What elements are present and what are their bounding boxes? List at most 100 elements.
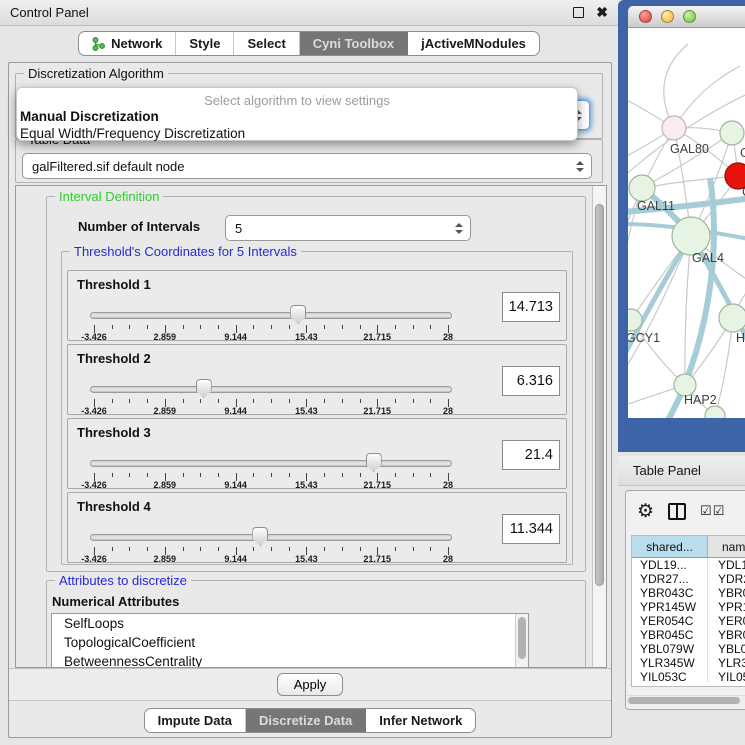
slider-track[interactable]: [90, 386, 452, 393]
panel-scrollbar-thumb[interactable]: [595, 204, 604, 586]
threshold-value-input[interactable]: [502, 366, 560, 396]
slider-track[interactable]: [90, 312, 452, 319]
threshold-slider[interactable]: -3.4262.8599.14415.4321.71528: [90, 452, 452, 490]
close-traffic-light-icon[interactable]: [639, 10, 652, 23]
list-scrollbar[interactable]: [515, 614, 528, 668]
tab-pill: Network Style Select Cyni Toolbox jActiv…: [78, 31, 540, 56]
tab-network[interactable]: Network: [79, 32, 176, 55]
tab-impute-data[interactable]: Impute Data: [145, 709, 246, 732]
list-scrollbar-thumb[interactable]: [518, 617, 526, 659]
tab-impute-data-label: Impute Data: [158, 713, 232, 728]
cell-name[interactable]: YER054C: [708, 614, 745, 628]
network-window-titlebar[interactable]: [628, 6, 745, 28]
float-window-icon[interactable]: [573, 7, 584, 18]
combo-arrows-icon[interactable]: [454, 223, 463, 234]
attribute-list-item[interactable]: TopologicalCoefficient: [52, 633, 528, 652]
cell-name[interactable]: YLR345W: [708, 656, 745, 670]
tab-select[interactable]: Select: [234, 32, 299, 55]
dropdown-option-manual[interactable]: Manual Discretization: [17, 108, 577, 125]
cell-shared-name[interactable]: YBL079W: [632, 642, 708, 656]
split-view-icon[interactable]: [668, 503, 686, 520]
threshold-label: Threshold 2: [77, 351, 151, 366]
combo-arrows-icon[interactable]: [575, 161, 584, 172]
network-node-green[interactable]: [719, 304, 745, 332]
tick-label: 9.144: [224, 480, 247, 490]
cell-name[interactable]: YDL19...: [708, 558, 745, 572]
slider-handle[interactable]: [290, 305, 306, 324]
slider-handle[interactable]: [366, 453, 382, 472]
tab-infer-network[interactable]: Infer Network: [366, 709, 475, 732]
table-panel-body: ⚙ ☑☑ shared... name YDL19...YDL19...YDR2…: [625, 490, 745, 710]
tick-label: 2.859: [154, 480, 177, 490]
cell-shared-name[interactable]: YER054C: [632, 614, 708, 628]
column-header-shared-name[interactable]: shared...: [632, 536, 708, 558]
network-edge[interactable]: [674, 66, 740, 128]
cell-name[interactable]: YBL079W: [708, 642, 745, 656]
network-node-green[interactable]: [705, 406, 725, 418]
select-columns-icon[interactable]: ☑☑: [700, 503, 725, 519]
table-hscrollbar[interactable]: [626, 695, 745, 705]
slider-handle[interactable]: [252, 527, 268, 546]
threshold-value-input[interactable]: [502, 514, 560, 544]
threshold-panel-2: Threshold 2 -3.4262.8599.14415.4321.71528: [67, 344, 567, 415]
apply-button[interactable]: Apply: [277, 673, 343, 696]
numerical-attributes-list[interactable]: SelfLoopsTopologicalCoefficientBetweenne…: [51, 613, 529, 668]
threshold-value-input[interactable]: [502, 292, 560, 322]
tab-style[interactable]: Style: [176, 32, 234, 55]
cell-name[interactable]: YBR043C: [708, 586, 745, 600]
network-node-green[interactable]: [720, 121, 744, 145]
cell-name[interactable]: YDR27...: [708, 572, 745, 586]
network-node-green[interactable]: [672, 217, 710, 255]
network-edge[interactable]: [664, 44, 688, 128]
attribute-list-item[interactable]: BetweennessCentrality: [52, 652, 528, 668]
numerical-attributes-label: Numerical Attributes: [52, 594, 179, 609]
threshold-slider[interactable]: -3.4262.8599.14415.4321.71528: [90, 378, 452, 416]
cell-shared-name[interactable]: YIL053C: [632, 670, 708, 682]
cell-name[interactable]: YPR145W: [708, 600, 745, 614]
slider-track[interactable]: [90, 534, 452, 541]
table-row[interactable]: YIL053CYIL053C: [632, 670, 745, 682]
network-canvas[interactable]: GAL80GACGAL11GAL4GCY1HHAP2: [628, 28, 745, 418]
slider-handle[interactable]: [196, 379, 212, 398]
slider-track[interactable]: [90, 460, 452, 467]
table-row[interactable]: YDL19...YDL19...: [632, 558, 745, 572]
table-row[interactable]: YBL079WYBL079W: [632, 642, 745, 656]
attribute-list-item[interactable]: SelfLoops: [52, 614, 528, 633]
cell-name[interactable]: YBR045C: [708, 628, 745, 642]
cell-shared-name[interactable]: YDR27...: [632, 572, 708, 586]
network-node-pink[interactable]: [662, 116, 686, 140]
table-row[interactable]: YLR345WYLR345W: [632, 656, 745, 670]
table-data-combobox[interactable]: galFiltered.sif default node: [22, 153, 592, 179]
gear-icon[interactable]: ⚙: [637, 502, 654, 521]
close-icon[interactable]: ✖: [596, 7, 608, 18]
panel-scrollbar[interactable]: [592, 186, 606, 667]
cell-shared-name[interactable]: YPR145W: [632, 600, 708, 614]
minimize-traffic-light-icon[interactable]: [661, 10, 674, 23]
zoom-traffic-light-icon[interactable]: [683, 10, 696, 23]
slider-tick-labels: -3.4262.8599.14415.4321.71528: [94, 554, 448, 564]
cell-shared-name[interactable]: YBR045C: [632, 628, 708, 642]
column-header-name[interactable]: name: [708, 536, 745, 558]
cell-name[interactable]: YIL053C: [708, 670, 745, 682]
table-row[interactable]: YDR27...YDR27...: [632, 572, 745, 586]
cell-shared-name[interactable]: YLR345W: [632, 656, 708, 670]
table-hscrollbar-thumb[interactable]: [628, 697, 740, 704]
threshold-value-input[interactable]: [502, 440, 560, 470]
threshold-slider[interactable]: -3.4262.8599.14415.4321.71528: [90, 526, 452, 564]
tab-cyni-toolbox-label: Cyni Toolbox: [313, 36, 394, 51]
threshold-label: Threshold 4: [77, 499, 151, 514]
dropdown-option-equal-width[interactable]: Equal Width/Frequency Discretization: [17, 125, 577, 142]
table-row[interactable]: YBR043CYBR043C: [632, 586, 745, 600]
table-row[interactable]: YBR045CYBR045C: [632, 628, 745, 642]
cell-shared-name[interactable]: YBR043C: [632, 586, 708, 600]
tab-discretize-data[interactable]: Discretize Data: [246, 709, 366, 732]
network-edge[interactable]: [642, 176, 738, 188]
number-of-intervals-combobox[interactable]: 5: [225, 215, 471, 241]
network-node-green[interactable]: [629, 175, 655, 201]
table-row[interactable]: YPR145WYPR145W: [632, 600, 745, 614]
tab-cyni-toolbox[interactable]: Cyni Toolbox: [300, 32, 408, 55]
threshold-slider[interactable]: -3.4262.8599.14415.4321.71528: [90, 304, 452, 342]
table-row[interactable]: YER054CYER054C: [632, 614, 745, 628]
tab-jactivemnodules[interactable]: jActiveMNodules: [408, 32, 539, 55]
cell-shared-name[interactable]: YDL19...: [632, 558, 708, 572]
